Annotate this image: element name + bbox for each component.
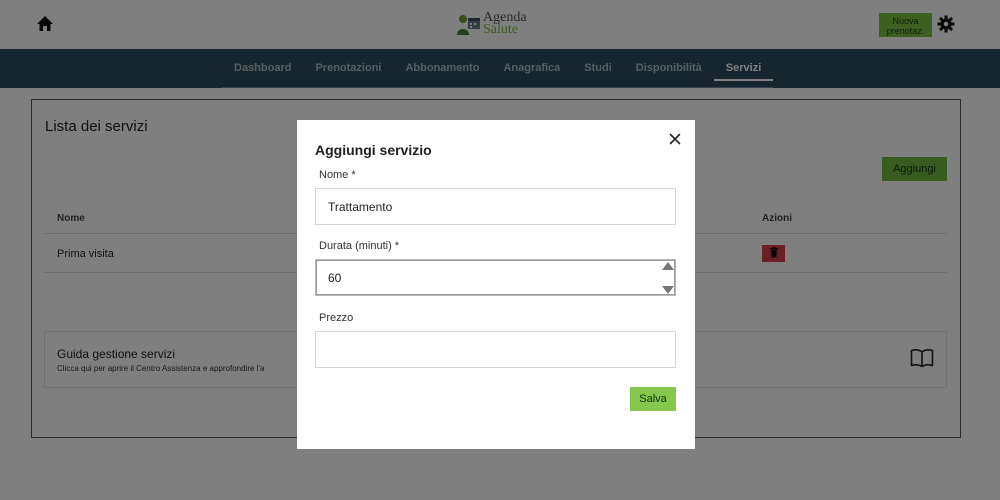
dialog-title: Aggiungi servizio xyxy=(315,142,432,158)
save-button[interactable]: Salva xyxy=(630,387,676,411)
duration-field-label: Durata (minuti) * xyxy=(319,240,400,252)
name-input[interactable] xyxy=(315,188,676,225)
add-service-dialog: Aggiungi servizio Nome * Durata (minuti)… xyxy=(297,120,695,449)
close-icon[interactable] xyxy=(669,133,681,145)
decrement-icon[interactable] xyxy=(662,286,674,294)
price-input[interactable] xyxy=(315,331,676,368)
increment-icon[interactable] xyxy=(662,262,674,270)
duration-input[interactable] xyxy=(315,259,676,296)
price-field-label: Prezzo xyxy=(319,312,354,324)
name-field-label: Nome * xyxy=(319,169,356,181)
